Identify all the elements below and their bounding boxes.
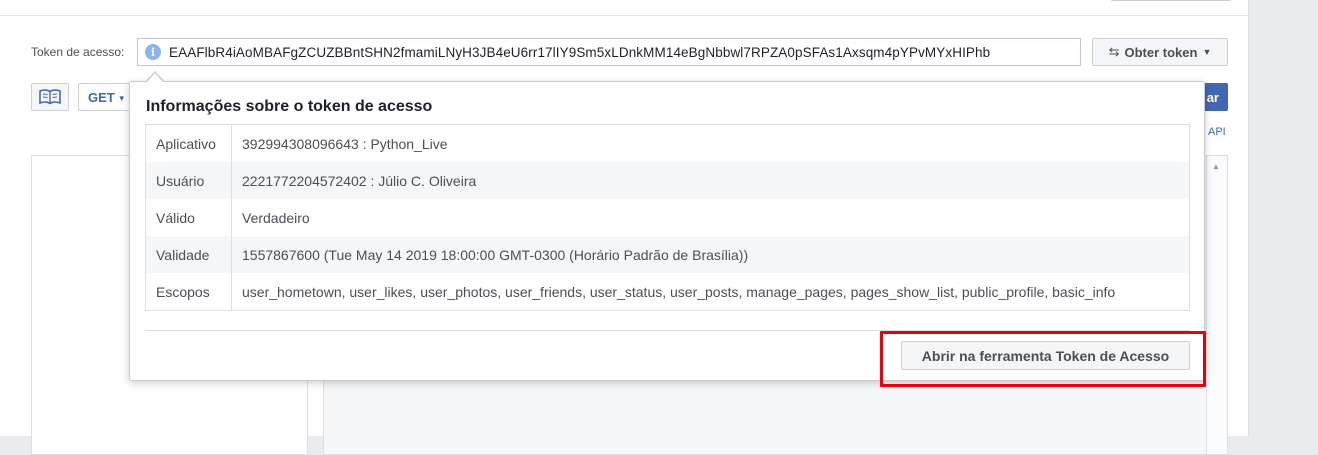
scrollbar[interactable] — [1207, 155, 1228, 455]
access-token-value: EAAFlbR4iAoMBAFgZCUZBBntSHN2fmamiLNyH3JB… — [169, 44, 991, 60]
row-value: Verdadeiro — [231, 199, 1190, 236]
row-key: Usuário — [145, 162, 232, 199]
top-button[interactable] — [1110, 0, 1232, 1]
table-row: Válido Verdadeiro — [145, 199, 1190, 236]
http-method-select[interactable]: GET ▼ — [78, 83, 134, 111]
scroll-up-arrow-icon[interactable]: ▲ — [1212, 162, 1220, 171]
submit-label: ar — [1206, 89, 1219, 105]
row-value: 2221772204572402 : Júlio C. Oliveira — [231, 162, 1190, 199]
row-key: Aplicativo — [145, 124, 232, 162]
token-info-table: Aplicativo 392994308096643 : Python_Live… — [145, 124, 1190, 311]
api-link[interactable]: API — [1208, 126, 1226, 138]
get-token-label: Obter token — [1124, 44, 1198, 60]
row-key: Validade — [145, 236, 232, 273]
row-key: Válido — [145, 199, 232, 236]
http-method-value: GET — [88, 90, 115, 105]
book-icon — [39, 89, 61, 105]
row-value: user_hometown, user_likes, user_photos, … — [231, 273, 1190, 311]
info-icon[interactable]: i — [145, 44, 161, 60]
token-label: Token de acesso: — [31, 45, 125, 59]
popover-arrow-inner — [147, 73, 163, 82]
popover-title: Informações sobre o token de acesso — [146, 98, 433, 115]
chevron-down-icon: ▼ — [1202, 47, 1212, 57]
table-row: Aplicativo 392994308096643 : Python_Live — [145, 124, 1190, 162]
docs-button[interactable] — [31, 83, 69, 111]
table-row: Escopos user_hometown, user_likes, user_… — [145, 273, 1190, 311]
table-row: Usuário 2221772204572402 : Júlio C. Oliv… — [145, 162, 1190, 199]
row-value: 1557867600 (Tue May 14 2019 18:00:00 GMT… — [231, 236, 1190, 273]
row-value: 392994308096643 : Python_Live — [231, 124, 1190, 162]
top-divider — [0, 15, 1248, 16]
table-row: Validade 1557867600 (Tue May 14 2019 18:… — [145, 236, 1190, 273]
get-token-button[interactable]: ⇆ Obter token ▼ — [1092, 38, 1228, 66]
highlight-annotation — [880, 331, 1206, 387]
swap-icon: ⇆ — [1108, 44, 1120, 59]
caret-down-icon: ▼ — [117, 94, 126, 104]
access-token-field[interactable]: i EAAFlbR4iAoMBAFgZCUZBBntSHN2fmamiLNyH3… — [137, 38, 1081, 66]
row-key: Escopos — [145, 273, 232, 311]
